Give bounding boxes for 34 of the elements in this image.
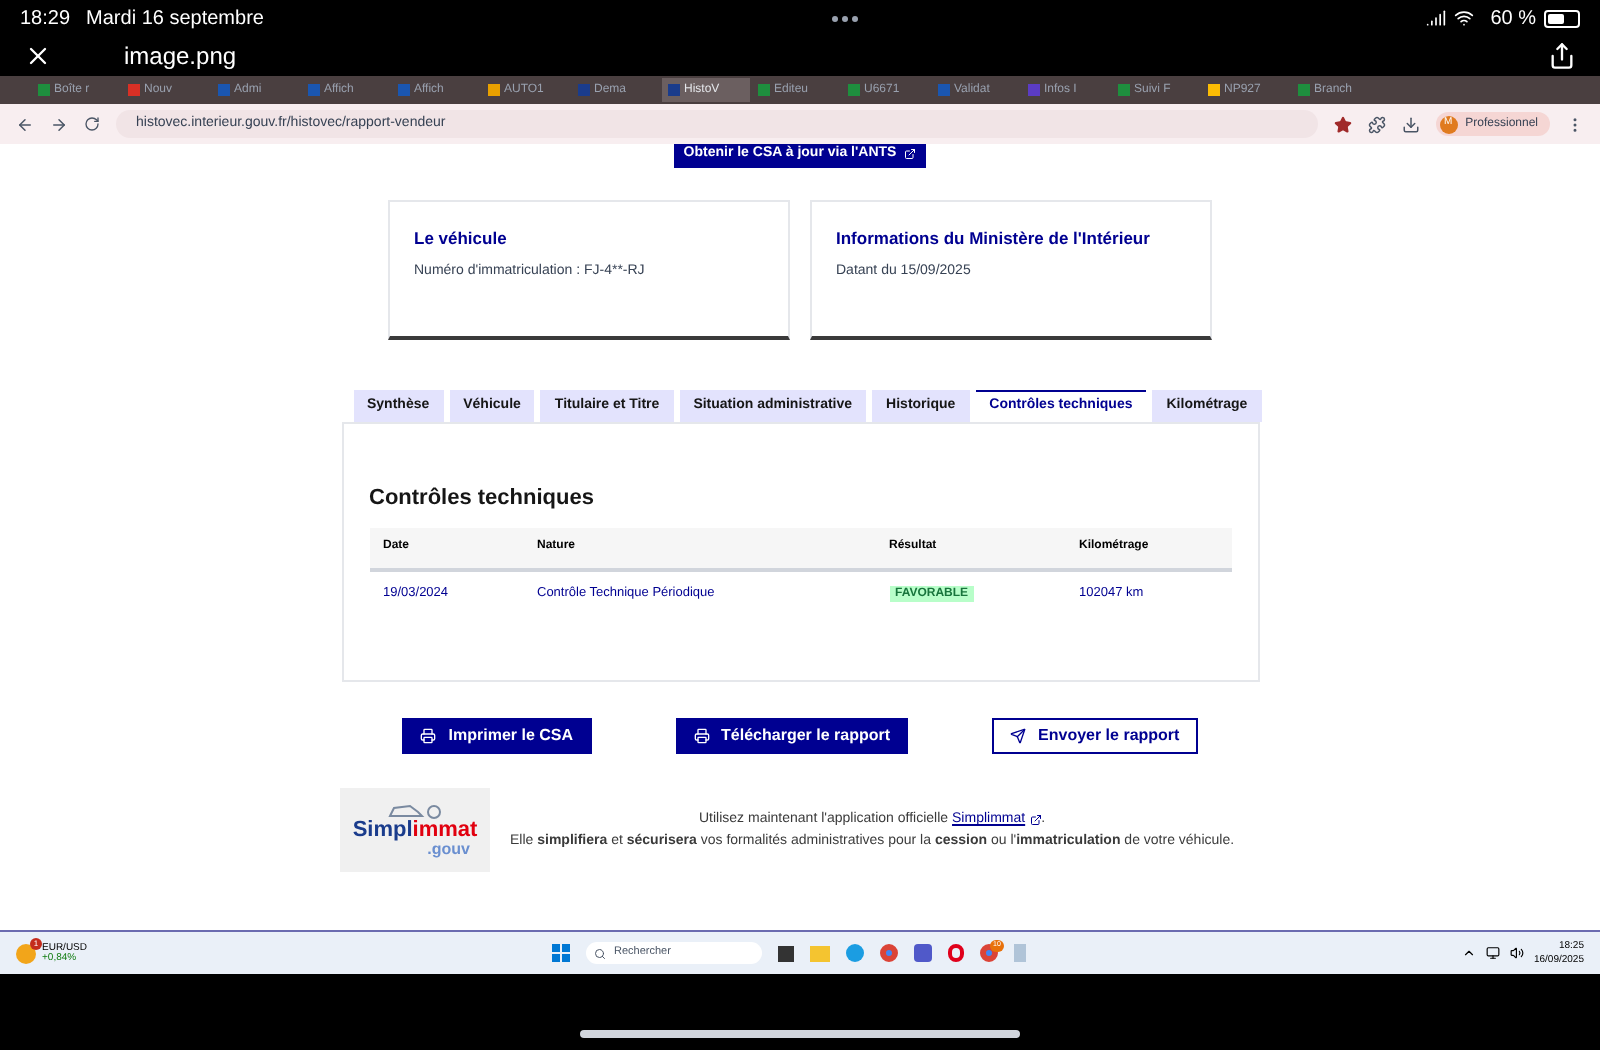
section-title: Contrôles techniques: [369, 484, 596, 514]
search-icon: [594, 947, 606, 959]
viewer-title: image.png: [124, 40, 237, 74]
action-button[interactable]: Envoyer le rapport: [992, 718, 1198, 754]
printer-icon: [693, 728, 710, 744]
action-button[interactable]: Imprimer le CSA: [402, 718, 592, 754]
download-icon[interactable]: [1401, 115, 1420, 133]
network-icon[interactable]: [1485, 946, 1500, 960]
share-icon[interactable]: [1548, 42, 1576, 70]
card-title: Le véhicule: [414, 226, 509, 252]
bookmark-icon[interactable]: [1333, 115, 1352, 133]
volume-icon[interactable]: [1509, 946, 1524, 960]
reload-icon[interactable]: [84, 116, 100, 132]
signal-icon: [1426, 8, 1447, 28]
opera-icon[interactable]: [948, 944, 964, 962]
clock: 18:29: [20, 5, 71, 33]
card-title: Informations du Ministère de l'Intérieur: [836, 226, 1152, 252]
close-icon[interactable]: [24, 42, 52, 70]
wifi-icon: [1454, 8, 1475, 28]
external-link-icon: [1029, 813, 1042, 825]
chevron-icon[interactable]: [1461, 946, 1476, 960]
send-icon: [1010, 728, 1027, 744]
start-icon[interactable]: [552, 944, 570, 962]
battery-percent: 60 %: [1490, 5, 1536, 33]
printer-icon: [420, 728, 437, 744]
extensions-icon[interactable]: [1367, 115, 1386, 133]
external-link-icon: [904, 148, 917, 160]
forward-icon[interactable]: [50, 115, 68, 133]
simplimmat-logo: Simplimmat .gouv: [340, 788, 490, 872]
back-icon[interactable]: [16, 115, 34, 133]
dots-icon: [832, 15, 859, 21]
battery-icon: [1543, 9, 1580, 27]
action-button[interactable]: Télécharger le rapport: [675, 718, 909, 754]
date: Mardi 16 septembre: [86, 5, 264, 33]
